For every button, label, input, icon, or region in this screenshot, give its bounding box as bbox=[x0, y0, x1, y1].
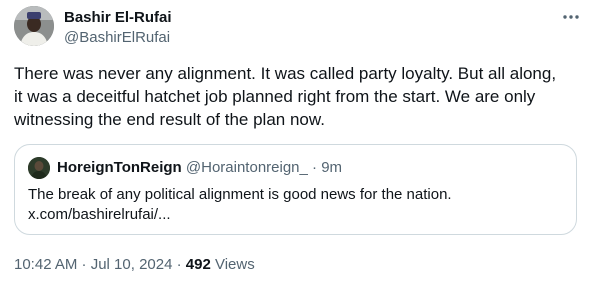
tweet-text: There was never any alignment. It was ca… bbox=[14, 62, 584, 131]
quoted-link[interactable]: x.com/bashirelrufai/... bbox=[28, 205, 452, 225]
quoted-tweet-text: The break of any political alignment is … bbox=[28, 185, 452, 225]
quoted-separator: · bbox=[312, 159, 318, 176]
quoted-author-avatar[interactable] bbox=[28, 157, 50, 179]
more-options-button[interactable] bbox=[558, 7, 584, 27]
views-label: Views bbox=[214, 256, 255, 273]
quoted-text-line: The break of any political alignment is … bbox=[28, 186, 452, 203]
more-horizontal-icon bbox=[563, 15, 579, 19]
quoted-timestamp[interactable]: 9m bbox=[321, 159, 342, 176]
author-name[interactable]: Bashir El-Rufai bbox=[64, 8, 172, 28]
tweet-text-line: There was never any alignment. It was ca… bbox=[14, 64, 557, 83]
quoted-avatar-image bbox=[28, 157, 50, 179]
author-avatar[interactable] bbox=[14, 6, 54, 46]
views-count[interactable]: 492 bbox=[186, 256, 211, 273]
quoted-author-handle[interactable]: @Horaintonreign_ bbox=[186, 159, 308, 176]
avatar-image bbox=[14, 6, 54, 46]
quoted-author-name[interactable]: HoreignTonReign bbox=[57, 159, 182, 176]
quoted-tweet-header: HoreignTonReign @Horaintonreign_ · 9m bbox=[57, 158, 342, 178]
quoted-tweet-card[interactable]: HoreignTonReign @Horaintonreign_ · 9m Th… bbox=[14, 144, 577, 235]
tweet-text-line: witnessing the end result of the plan no… bbox=[14, 110, 325, 129]
tweet-timestamp[interactable]: 10:42 AM · Jul 10, 2024 bbox=[14, 256, 172, 273]
tweet-text-line: it was a deceitful hatchet job planned r… bbox=[14, 87, 536, 106]
tweet-meta: 10:42 AM · Jul 10, 2024 · 492 Views bbox=[14, 255, 255, 275]
author-handle[interactable]: @BashirElRufai bbox=[64, 28, 170, 48]
meta-separator: · bbox=[176, 256, 182, 273]
